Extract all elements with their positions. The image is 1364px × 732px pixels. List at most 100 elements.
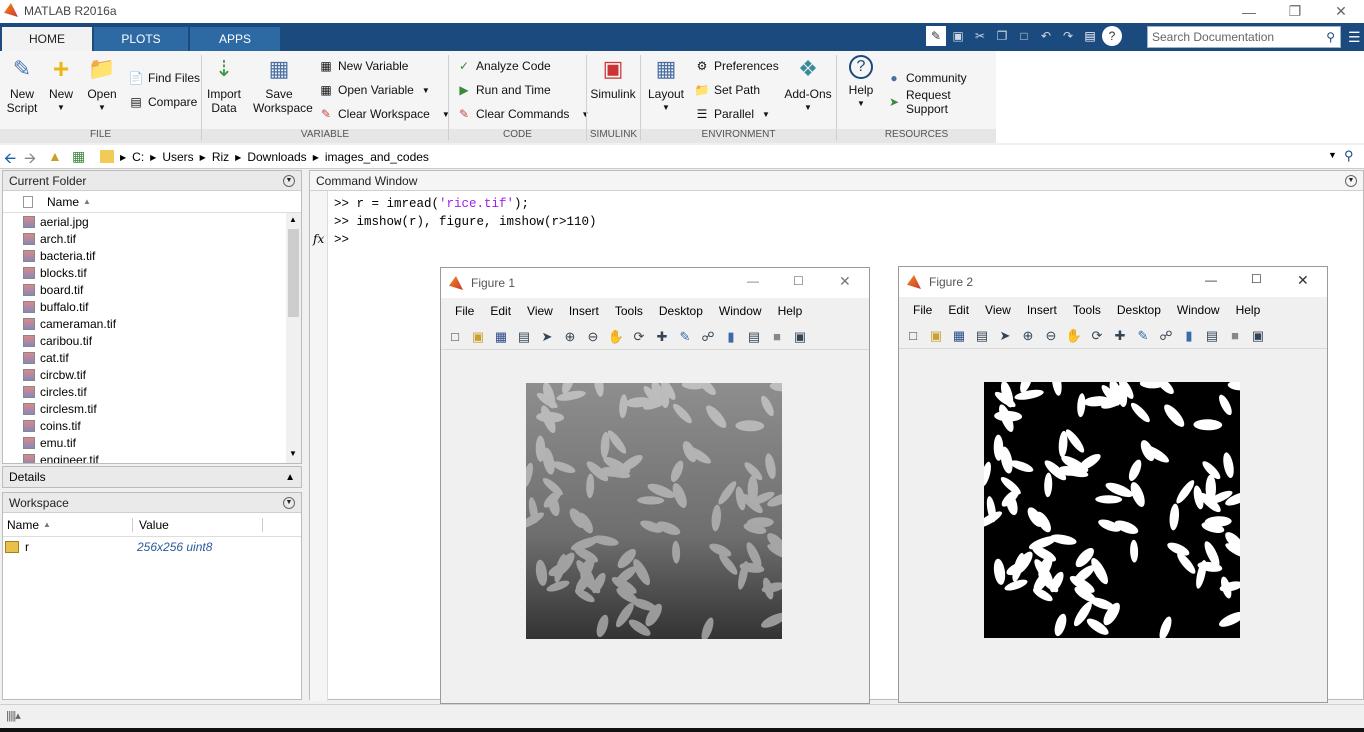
add-ons-button[interactable]: ❖ Add-Ons ▼ (784, 55, 832, 115)
open-file-icon[interactable]: ▣ (468, 329, 488, 345)
restore-button[interactable]: ❐ (1272, 0, 1318, 23)
menu-insert[interactable]: Insert (561, 304, 607, 318)
list-item[interactable]: bacteria.tif (3, 247, 301, 264)
layout-button[interactable]: ▦ Layout ▼ (646, 55, 686, 115)
hide-tools-icon[interactable]: ■ (1225, 328, 1245, 343)
save-icon[interactable]: ▣ (948, 26, 968, 46)
print-icon[interactable]: ▤ (514, 329, 534, 345)
list-item[interactable]: coins.tif (3, 417, 301, 434)
scroll-down-icon[interactable]: ▼ (289, 449, 297, 458)
switch-windows-icon[interactable]: ▤ (1080, 26, 1100, 46)
brush-icon[interactable]: ✎ (675, 329, 695, 345)
minimize-button[interactable]: — (747, 274, 759, 288)
show-tools-icon[interactable]: ▣ (1248, 328, 1268, 344)
close-button[interactable]: ✕ (1297, 272, 1309, 289)
hide-tools-icon[interactable]: ■ (767, 329, 787, 344)
help-icon[interactable]: ? (1102, 26, 1122, 46)
command-prompt[interactable]: >> (334, 233, 349, 251)
legend-icon[interactable]: ▤ (744, 329, 764, 345)
new-button[interactable]: + New ▼ (44, 55, 78, 115)
menu-window[interactable]: Window (1169, 303, 1228, 317)
breadcrumb-drive[interactable]: C: (132, 150, 144, 164)
panel-menu-icon[interactable]: ▼ (283, 496, 295, 509)
close-button[interactable]: ✕ (839, 273, 851, 290)
zoom-out-icon[interactable]: ⊖ (583, 329, 603, 345)
address-dropdown-icon[interactable]: ▼ (1328, 150, 1337, 160)
scrollbar-thumb[interactable] (288, 229, 299, 317)
list-item[interactable]: engineer.tif (3, 451, 301, 463)
save-icon[interactable]: ▦ (949, 328, 969, 344)
list-item[interactable]: circbw.tif (3, 366, 301, 383)
tab-apps[interactable]: APPS (190, 27, 280, 51)
list-item[interactable]: circles.tif (3, 383, 301, 400)
list-item[interactable]: blocks.tif (3, 264, 301, 281)
figure-2-window[interactable]: Figure 2 — ☐ ✕ File Edit View Insert Too… (898, 266, 1328, 703)
link-icon[interactable]: ☍ (1156, 328, 1176, 344)
rotate-icon[interactable]: ⟳ (629, 329, 649, 345)
list-item[interactable]: arch.tif (3, 230, 301, 247)
search-folder-icon[interactable]: ⚲ (1344, 148, 1354, 164)
list-item[interactable]: aerial.jpg (3, 213, 301, 230)
colorbar-icon[interactable]: ▮ (721, 329, 741, 345)
name-column-header[interactable]: Name ▲ (3, 517, 133, 532)
zoom-out-icon[interactable]: ⊖ (1041, 328, 1061, 344)
set-path-button[interactable]: 📁 Set Path (694, 81, 761, 99)
menu-insert[interactable]: Insert (1019, 303, 1065, 317)
menu-help[interactable]: Help (770, 304, 811, 318)
rotate-icon[interactable]: ⟳ (1087, 328, 1107, 344)
pointer-icon[interactable]: ➤ (995, 328, 1015, 344)
name-column-header[interactable]: Name (47, 195, 79, 209)
menu-file[interactable]: File (905, 303, 940, 317)
menu-view[interactable]: View (977, 303, 1019, 317)
redo-icon[interactable]: ↷ (1058, 26, 1078, 46)
list-item[interactable]: buffalo.tif (3, 298, 301, 315)
search-documentation-input[interactable]: Search Documentation ⚲ (1147, 26, 1341, 48)
menu-edit[interactable]: Edit (482, 304, 519, 318)
list-item[interactable]: caribou.tif (3, 332, 301, 349)
tab-home[interactable]: HOME (2, 27, 92, 51)
table-row[interactable]: r 256x256 uint8 (3, 537, 301, 557)
breadcrumb-riz[interactable]: Riz (212, 150, 229, 164)
show-tools-icon[interactable]: ▣ (790, 329, 810, 345)
menu-tools[interactable]: Tools (607, 304, 651, 318)
breadcrumb-users[interactable]: Users (162, 150, 193, 164)
legend-icon[interactable]: ▤ (1202, 328, 1222, 344)
search-icon[interactable]: ⚲ (1326, 30, 1340, 44)
list-item[interactable]: circlesm.tif (3, 400, 301, 417)
print-icon[interactable]: ▤ (972, 328, 992, 344)
vertical-scrollbar[interactable]: ▲ ▼ (286, 213, 301, 463)
find-files-button[interactable]: 📄 Find Files (128, 69, 201, 87)
list-item[interactable]: cameraman.tif (3, 315, 301, 332)
fx-function-browser-icon[interactable]: fx (313, 232, 324, 246)
list-item[interactable]: emu.tif (3, 434, 301, 451)
figure-1-window[interactable]: Figure 1 — ☐ ✕ File Edit View Insert Too… (440, 267, 870, 704)
preferences-button[interactable]: ⚙ Preferences (694, 57, 779, 75)
maximize-button[interactable]: ☐ (1251, 272, 1262, 286)
undo-icon[interactable]: ↶ (1036, 26, 1056, 46)
paste-icon[interactable]: □ (1014, 26, 1034, 46)
collapse-toolstrip-icon[interactable]: ☰ (1348, 29, 1361, 46)
maximize-button[interactable]: ☐ (793, 274, 804, 288)
link-icon[interactable]: ☍ (698, 329, 718, 345)
clear-commands-button[interactable]: ✎Clear Commands▼ (456, 105, 589, 123)
clear-workspace-button[interactable]: ✎ Clear Workspace ▼ (318, 105, 450, 123)
brush-icon[interactable]: ✎ (1133, 328, 1153, 344)
zoom-in-icon[interactable]: ⊕ (1018, 328, 1038, 344)
up-folder-icon[interactable]: ▲ (48, 148, 62, 164)
request-support-button[interactable]: ➤ Request Support (886, 88, 996, 116)
value-column-header[interactable]: Value (133, 517, 263, 532)
analyze-code-button[interactable]: ✓ Analyze Code (456, 57, 551, 75)
help-button[interactable]: ? Help ▼ (844, 55, 878, 111)
run-and-time-button[interactable]: ▶ Run and Time (456, 81, 550, 99)
open-file-icon[interactable]: ▣ (926, 328, 946, 344)
pan-icon[interactable]: ✋ (1064, 328, 1084, 344)
open-button[interactable]: 📁 Open ▼ (84, 55, 120, 115)
menu-view[interactable]: View (519, 304, 561, 318)
new-icon[interactable]: ✎ (926, 26, 946, 46)
menu-window[interactable]: Window (711, 304, 770, 318)
community-button[interactable]: ● Community (886, 69, 966, 87)
panel-menu-icon[interactable]: ▼ (283, 174, 295, 187)
pan-icon[interactable]: ✋ (606, 329, 626, 345)
open-variable-button[interactable]: ▦ Open Variable ▼ (318, 81, 429, 99)
new-script-button[interactable]: ✎ New Script (4, 55, 40, 116)
